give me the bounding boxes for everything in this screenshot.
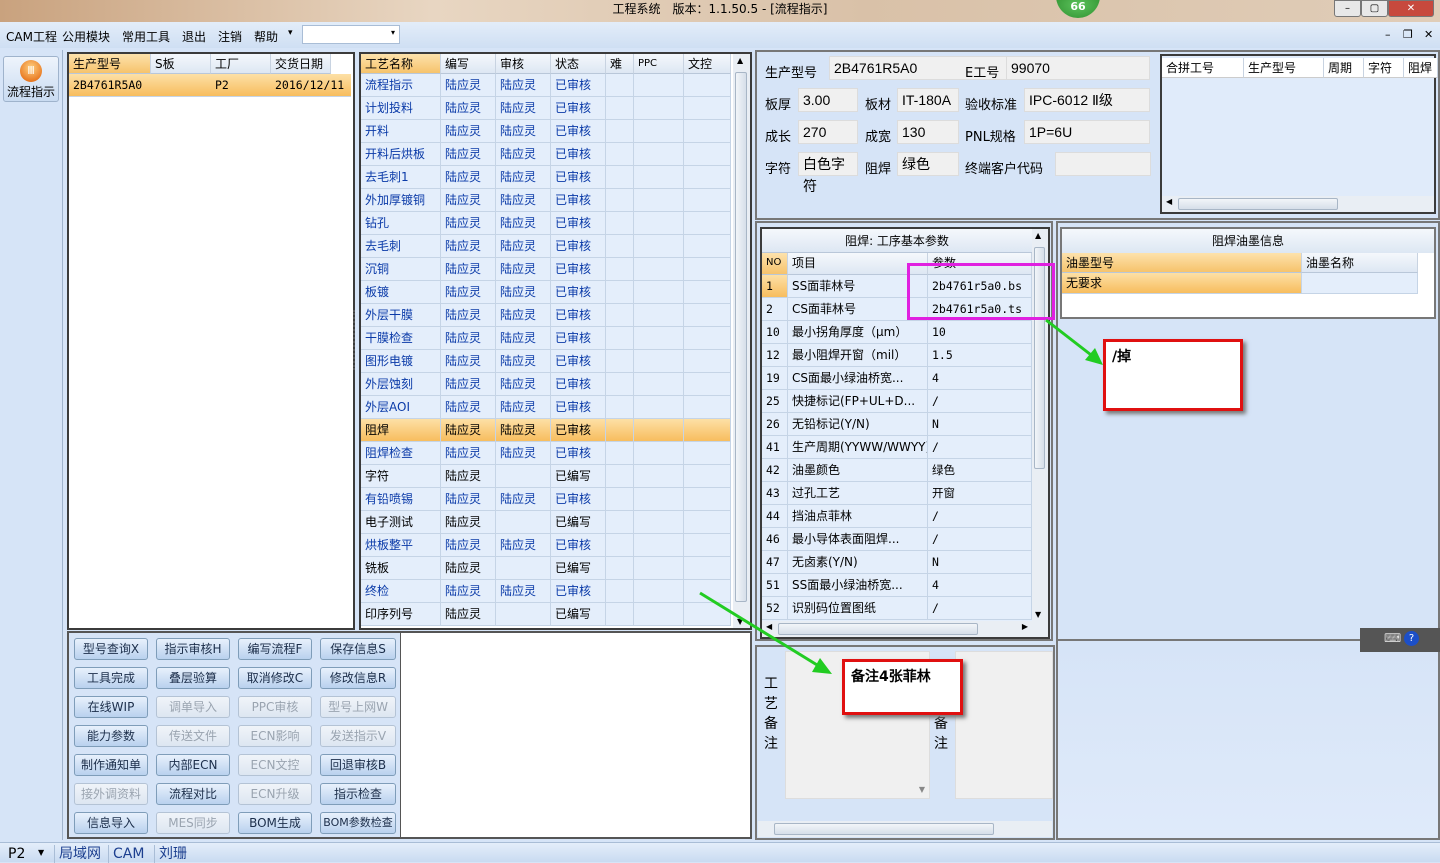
menu-item[interactable]: 退出 [182, 28, 206, 45]
annotation-arrows [699, 318, 1103, 674]
menu-item[interactable]: 注销 [218, 28, 242, 45]
menu-item[interactable]: 帮助 [254, 28, 278, 45]
annotation-note-2: 备注4张菲林 [842, 659, 963, 715]
field-value[interactable]: IT-180A [897, 88, 959, 112]
field-label: 成宽 [865, 130, 892, 145]
field-label: 成长 [765, 130, 792, 145]
arrow-1 [1045, 318, 1096, 360]
field-value[interactable]: 绿色 [897, 152, 959, 176]
field-label: PNL规格 [965, 130, 1016, 145]
field-value[interactable]: IPC-6012 Ⅱ级 [1024, 88, 1150, 112]
field-value[interactable]: 130 [897, 120, 959, 144]
status-bar: P2 局域网 CAM 刘珊 ▼ [0, 842, 1440, 863]
factory-selector[interactable]: P2 [4, 845, 29, 863]
field-value[interactable]: 1P=6U [1024, 120, 1150, 144]
field-label: E工号 [965, 66, 1000, 81]
status-tab[interactable]: 刘珊 [154, 845, 191, 863]
field-label: 终端客户代码 [965, 162, 1044, 177]
status-tab[interactable]: 局域网 [54, 845, 105, 863]
annotation-note-1: /掉 [1103, 339, 1243, 411]
arrow-2 [699, 591, 823, 670]
field-label: 阻焊 [865, 162, 892, 177]
field-label: 板厚 [765, 98, 792, 113]
menu-item[interactable]: 公用模块 [62, 28, 110, 45]
field-label: 生产型号 [765, 66, 818, 81]
menu-item[interactable]: CAM工程 [6, 28, 57, 45]
field-value[interactable] [1055, 152, 1151, 176]
field-value[interactable]: 白色字符 [798, 152, 858, 194]
field-value[interactable]: 270 [798, 120, 858, 144]
field-label: 字符 [765, 162, 792, 177]
menu-item[interactable]: 常用工具 [122, 28, 170, 45]
field-label: 验收标准 [965, 98, 1018, 113]
status-tab[interactable]: CAM [108, 845, 148, 863]
field-label: 板材 [865, 98, 892, 113]
chevron-down-icon[interactable]: ▼ [38, 848, 44, 857]
field-value[interactable]: 3.00 [798, 88, 858, 112]
field-value[interactable]: 99070 [1006, 56, 1150, 80]
